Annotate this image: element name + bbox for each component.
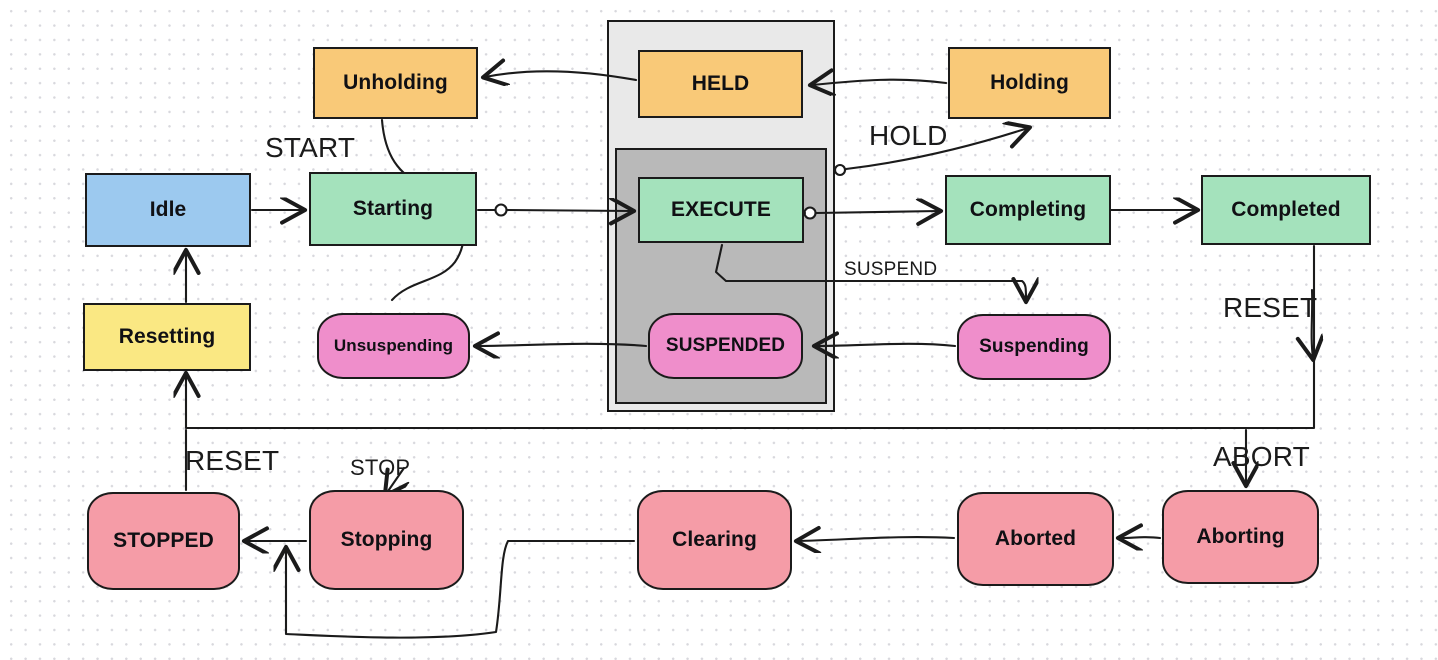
state-label-suspended: SUSPENDED [665, 334, 786, 356]
state-node-unsuspending[interactable]: Unsuspending [317, 313, 470, 379]
state-node-unholding[interactable]: Unholding [313, 47, 478, 119]
state-label-execute: EXECUTE [671, 198, 771, 222]
state-node-idle[interactable]: Idle [85, 173, 251, 247]
diagram-canvas: Unholding HELD Holding Idle Starting EXECUTE C… [0, 0, 1438, 660]
state-label-unsuspending: Unsuspending [333, 335, 454, 355]
state-label-holding: Holding [990, 71, 1069, 95]
state-label-aborted: Aborted [994, 527, 1077, 551]
arrow-aborted-to-clearing [798, 537, 956, 541]
state-node-holding[interactable]: Holding [948, 47, 1111, 119]
state-node-clearing[interactable]: Clearing [637, 490, 792, 590]
state-label-unholding: Unholding [343, 71, 448, 95]
state-node-starting[interactable]: Starting [309, 172, 477, 246]
state-label-stopped: STOPPED [113, 529, 214, 553]
edge-label-abort-label: ABORT [1213, 441, 1310, 472]
state-label-stopping: Stopping [340, 528, 433, 552]
state-node-aborting[interactable]: Aborting [1162, 490, 1319, 584]
state-node-stopping[interactable]: Stopping [309, 490, 464, 590]
state-label-completing: Completing [969, 198, 1087, 222]
state-label-suspending: Suspending [979, 335, 1089, 357]
state-node-completed[interactable]: Completed [1201, 175, 1371, 245]
state-label-completed: Completed [1231, 198, 1341, 222]
state-node-completing[interactable]: Completing [945, 175, 1111, 245]
state-label-aborting: Aborting [1196, 525, 1285, 549]
arrow-suspending-to-suspended [816, 344, 957, 346]
edge-label-reset-left: RESET [185, 445, 280, 476]
state-label-held: HELD [691, 72, 750, 96]
state-node-stopped[interactable]: STOPPED [87, 492, 240, 590]
state-node-suspended[interactable]: SUSPENDED [648, 313, 803, 379]
arrow-aborting-to-aborted [1120, 537, 1162, 538]
edge-label-start-label: START [265, 132, 356, 163]
state-node-execute[interactable]: EXECUTE [638, 177, 804, 243]
state-node-held[interactable]: HELD [638, 50, 803, 118]
state-node-suspending[interactable]: Suspending [957, 314, 1111, 380]
state-label-starting: Starting [352, 197, 434, 221]
state-label-idle: Idle [149, 198, 187, 222]
edge-label-suspend-label: SUSPEND [844, 259, 938, 280]
state-node-aborted[interactable]: Aborted [957, 492, 1114, 586]
edge-label-stop-label: STOP [350, 455, 411, 480]
state-label-resetting: Resetting [118, 325, 216, 349]
state-label-clearing: Clearing [672, 528, 757, 552]
edge-label-hold-label: HOLD [869, 120, 948, 151]
state-node-resetting[interactable]: Resetting [83, 303, 251, 371]
edge-label-reset-right: RESET [1223, 292, 1318, 323]
